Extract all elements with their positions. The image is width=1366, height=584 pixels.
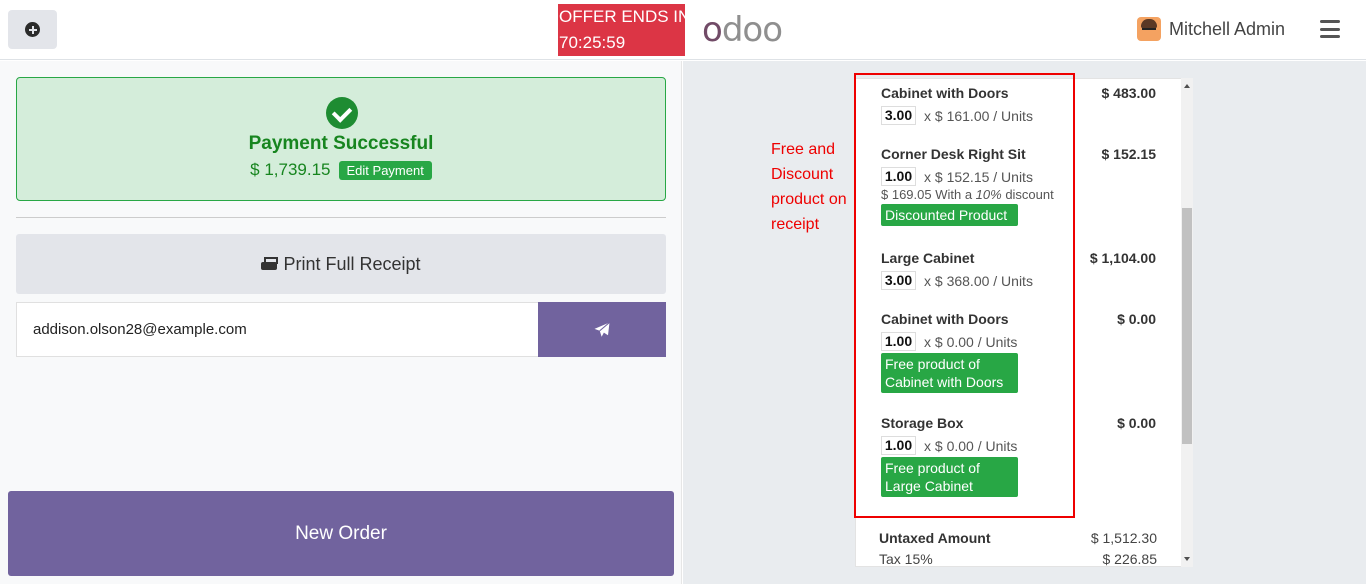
line-price: $ 0.00 <box>1117 311 1156 327</box>
payment-amount: $ 1,739.15 <box>250 160 331 179</box>
payment-success-box: Payment Successful $ 1,739.15 Edit Payme… <box>16 77 666 201</box>
email-receipt-row <box>16 302 666 357</box>
tax-value: $ 226.85 <box>1102 551 1158 567</box>
line-price: $ 152.15 <box>1101 146 1157 162</box>
payment-result-panel: Payment Successful $ 1,739.15 Edit Payme… <box>0 61 682 584</box>
new-order-button[interactable]: New Order <box>8 491 674 576</box>
plus-circle-icon <box>25 22 40 37</box>
odoo-logo: odoo <box>702 10 783 50</box>
hamburger-icon[interactable] <box>1320 20 1340 38</box>
avatar <box>1137 17 1161 41</box>
edit-payment-button[interactable]: Edit Payment <box>338 160 432 180</box>
paper-plane-icon <box>594 321 610 337</box>
user-name: Mitchell Admin <box>1169 18 1286 39</box>
untaxed-label: Untaxed Amount <box>879 530 991 546</box>
line-price: $ 483.00 <box>1101 85 1157 101</box>
annotation-note: Free and Discount product on receipt <box>771 141 847 233</box>
offer-countdown-banner: OFFER ENDS IN 70:25:59 <box>558 4 685 56</box>
send-email-button[interactable] <box>538 302 666 357</box>
untaxed-value: $ 1,512.30 <box>1090 530 1157 546</box>
scroll-thumb[interactable] <box>1182 208 1192 444</box>
payment-status-title: Payment Successful <box>248 133 434 154</box>
printer-icon <box>261 257 279 271</box>
check-circle-icon <box>326 97 358 129</box>
line-price: $ 1,104.00 <box>1089 250 1156 266</box>
top-bar: OFFER ENDS IN 70:25:59 odoo Mitchell Adm… <box>0 0 1366 60</box>
line-price: $ 0.00 <box>1117 415 1156 431</box>
tax-label: Tax 15% <box>879 551 933 567</box>
scroll-down-icon[interactable] <box>1184 557 1190 561</box>
print-receipt-label: Print Full Receipt <box>283 253 421 274</box>
email-field[interactable] <box>16 302 538 357</box>
user-menu[interactable]: Mitchell Admin <box>1137 17 1285 41</box>
annotation-highlight-box <box>854 73 1075 518</box>
offer-timer: 70:25:59 <box>559 33 626 52</box>
scroll-up-icon[interactable] <box>1184 84 1190 88</box>
divider <box>16 217 666 218</box>
new-order-tab-button[interactable] <box>8 10 57 49</box>
offer-text: OFFER ENDS IN <box>559 7 685 26</box>
print-receipt-button[interactable]: Print Full Receipt <box>16 234 666 294</box>
receipt-scrollbar[interactable] <box>1181 78 1193 567</box>
